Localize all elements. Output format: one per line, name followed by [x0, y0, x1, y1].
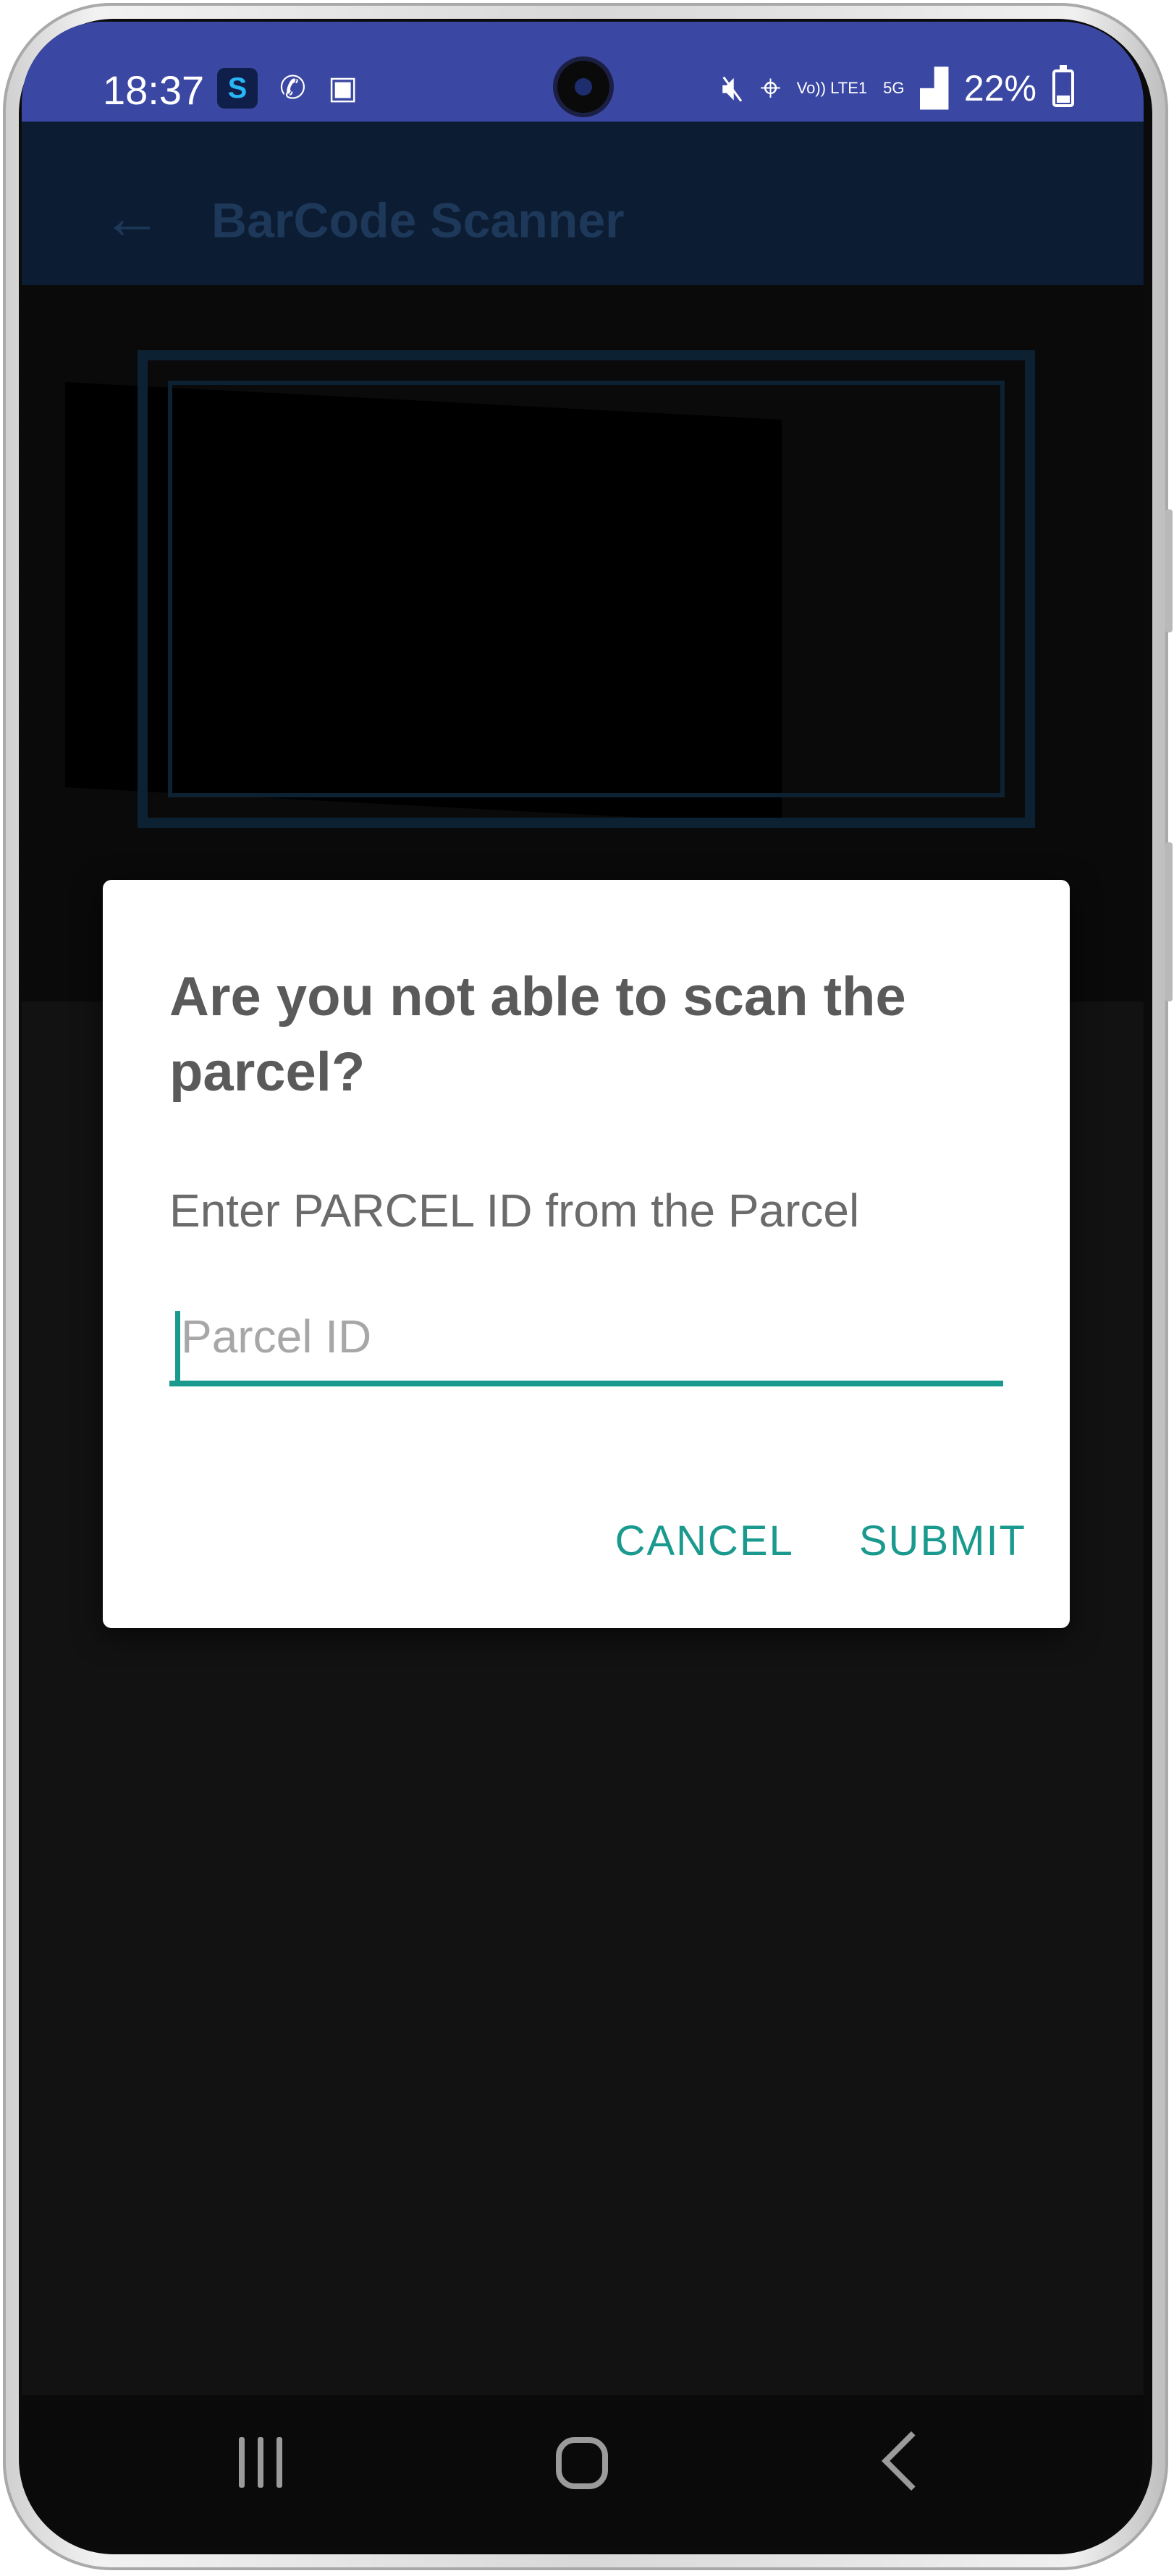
manual-entry-dialog: Are you not able to scan the parcel? Ent… — [103, 880, 1070, 1628]
signal-icon: ▟ — [920, 67, 948, 109]
power-button — [1165, 842, 1173, 1001]
recent-apps-icon[interactable] — [239, 2437, 282, 2488]
submit-button[interactable]: SUBMIT — [859, 1517, 1026, 1565]
scan-frame — [138, 350, 1035, 828]
5g-indicator: 5G — [883, 78, 905, 97]
front-camera — [557, 61, 609, 113]
status-system-icons: 🔇︎ ⌖ Vo)) LTE1 5G ▟ 22% — [722, 64, 1074, 109]
battery-percent: 22% — [963, 67, 1036, 109]
parcel-id-input[interactable] — [169, 1300, 1003, 1386]
phone-call-icon: ✆ — [279, 70, 306, 106]
home-icon[interactable] — [556, 2437, 608, 2489]
battery-icon — [1052, 64, 1074, 107]
app-bar-title: BarCode Scanner — [211, 193, 625, 248]
status-time: 18:37 — [103, 67, 205, 113]
dialog-message: Enter PARCEL ID from the Parcel — [169, 1185, 860, 1237]
location-icon: ⌖ — [760, 67, 781, 108]
volume-button — [1165, 509, 1173, 632]
mute-icon: 🔇︎ — [722, 67, 745, 108]
navigation-bar — [22, 2395, 1144, 2547]
arrow-left-icon[interactable]: ← — [101, 187, 162, 247]
status-notification-icons: S ✆ ▣ — [217, 68, 358, 109]
text-cursor — [175, 1311, 180, 1381]
scan-frame-inner — [168, 381, 1005, 797]
dialog-title: Are you not able to scan the parcel? — [169, 966, 906, 1103]
status-bar: 18:37 S ✆ ▣ 🔇︎ ⌖ Vo)) LTE1 5G ▟ 22% — [22, 22, 1144, 122]
app-notification-icon: S — [217, 68, 258, 109]
app-bar: ← BarCode Scanner — [22, 122, 1144, 285]
cancel-button[interactable]: CANCEL — [615, 1517, 794, 1565]
back-icon[interactable] — [881, 2431, 942, 2491]
dialog-actions: CANCEL SUBMIT — [615, 1517, 1026, 1565]
phone-screen: 18:37 S ✆ ▣ 🔇︎ ⌖ Vo)) LTE1 5G ▟ 22% ← Ba… — [22, 22, 1144, 2547]
volte-indicator: Vo)) LTE1 — [796, 78, 868, 97]
gallery-icon: ▣ — [327, 70, 358, 106]
